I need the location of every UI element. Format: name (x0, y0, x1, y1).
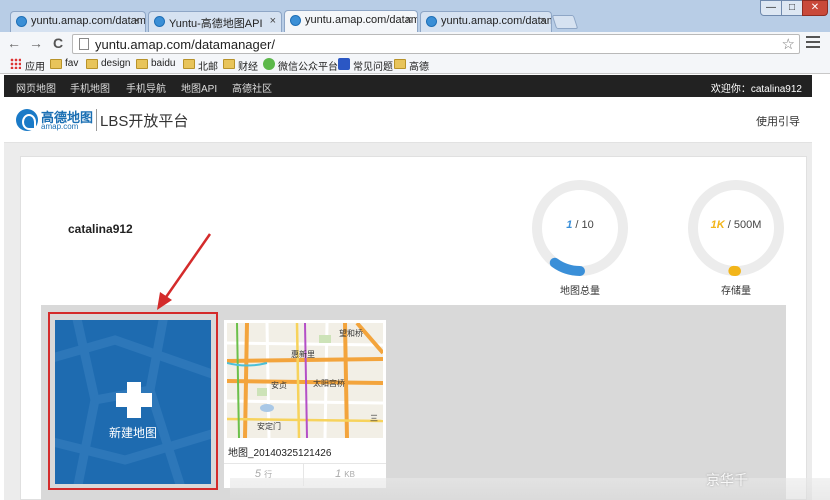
tab-close-icon[interactable]: × (540, 15, 546, 27)
tab-close-icon[interactable]: × (270, 15, 276, 27)
folder-icon (136, 59, 148, 69)
browser-tab[interactable]: yuntu.amap.com/datam × (420, 11, 552, 33)
browser-tab[interactable]: yuntu.amap.com/datam × (10, 11, 146, 33)
menu-icon[interactable] (806, 36, 820, 50)
nav-link[interactable]: 高德社区 (232, 80, 272, 95)
address-bar[interactable]: yuntu.amap.com/datamanager/ ☆ (72, 34, 800, 54)
watermark-text: 京华千 (706, 472, 748, 488)
bookmark-item[interactable]: fav (50, 58, 78, 69)
storage-gauge: 1K / 500M 存储量 (686, 178, 786, 297)
welcome-user[interactable]: 欢迎你：catalina912 (711, 80, 802, 95)
tab-title: yuntu.amap.com/datam (31, 15, 146, 27)
bookmarks-bar: 应用 fav design baidu 北邮 财经 微信公众平台 常见问题 高德 (0, 56, 830, 74)
map-total-gauge: 1 / 10 地图总量 (530, 178, 630, 297)
amap-favicon-icon (16, 16, 27, 27)
bookmark-item[interactable]: 高德 (394, 58, 429, 73)
browser-titlebar: yuntu.amap.com/datam × Yuntu-高德地图API × y… (0, 0, 830, 33)
map-card[interactable]: 望和桥 惠新里 安贞 太阳宫桥 安定门 三 地图_20140325121426 … (224, 320, 386, 488)
tab-close-icon[interactable]: × (134, 15, 140, 27)
site-top-nav: 网页地图 手机地图 手机导航 地图API 高德社区 欢迎你：catalina91… (4, 75, 812, 97)
tab-title: Yuntu-高德地图API (169, 18, 263, 30)
map-label: 三 (370, 414, 378, 423)
minimize-button[interactable]: — (760, 0, 782, 16)
tab-title: yuntu.amap.com/datam (441, 15, 552, 27)
amap-logo-icon (16, 109, 38, 131)
maximize-button[interactable]: □ (781, 0, 803, 16)
map-label: 安定门 (257, 422, 281, 431)
nav-link[interactable]: 手机导航 (126, 80, 166, 95)
new-tab-button[interactable] (551, 15, 579, 29)
folder-icon (183, 59, 195, 69)
bookmark-item[interactable]: 财经 (223, 58, 258, 73)
map-total-value: 1 / 10 (566, 219, 594, 231)
reload-icon[interactable]: C (50, 35, 66, 51)
bookmark-item[interactable]: 微信公众平台 (263, 58, 338, 73)
site-header: 高德地图 amap.com LBS开放平台 使用引导 (4, 97, 812, 143)
map-label: 安贞 (271, 381, 287, 390)
bookmark-item[interactable]: baidu (136, 58, 175, 69)
username: catalina912 (68, 222, 133, 236)
tab-title: yuntu.amap.com/datam (305, 14, 418, 26)
amap-favicon-icon (426, 16, 437, 27)
browser-tab-active[interactable]: yuntu.amap.com/datam × (284, 10, 418, 33)
tab-close-icon[interactable]: × (406, 14, 412, 26)
page-icon (79, 38, 89, 50)
map-total-label: 地图总量 (560, 286, 600, 297)
bookmark-item[interactable]: design (86, 58, 130, 69)
url-text[interactable]: yuntu.amap.com/datamanager/ (95, 37, 275, 52)
amap-favicon-icon (290, 15, 301, 26)
paw-icon (338, 58, 350, 70)
map-thumbnail[interactable]: 望和桥 惠新里 安贞 太阳宫桥 安定门 三 (227, 323, 383, 438)
logo-divider (96, 109, 97, 131)
map-name[interactable]: 地图_20140325121426 (228, 444, 331, 459)
wechat-icon (263, 58, 275, 70)
nav-link[interactable]: 手机地图 (70, 80, 110, 95)
bookmark-item[interactable]: 常见问题 (338, 58, 393, 73)
back-arrow-icon[interactable]: ← (6, 35, 22, 51)
storage-label: 存储量 (721, 286, 751, 297)
nav-link[interactable]: 地图API (181, 80, 217, 95)
red-highlight-box (48, 312, 218, 490)
folder-icon (50, 59, 62, 69)
amap-favicon-icon (154, 16, 165, 27)
browser-toolbar: ← → C yuntu.amap.com/datamanager/ ☆ (0, 32, 830, 56)
usage-guide-link[interactable]: 使用引导 (756, 113, 800, 129)
folder-icon (86, 59, 98, 69)
browser-tab[interactable]: Yuntu-高德地图API × (148, 11, 282, 33)
close-window-button[interactable]: ✕ (802, 0, 828, 16)
bookmark-item[interactable]: 北邮 (183, 58, 218, 73)
folder-icon (223, 59, 235, 69)
folder-icon (394, 59, 406, 69)
apps-icon (10, 58, 21, 69)
storage-value: 1K / 500M (710, 219, 762, 231)
nav-link[interactable]: 网页地图 (16, 80, 56, 95)
map-label: 望和桥 (339, 329, 363, 338)
map-label: 惠新里 (291, 350, 315, 359)
map-label: 太阳宫桥 (313, 379, 345, 388)
bookmark-star-icon[interactable]: ☆ (782, 35, 795, 53)
bookmark-item[interactable]: 应用 (10, 58, 45, 73)
map-thumbnail-graphic (227, 323, 383, 438)
forward-arrow-icon[interactable]: → (28, 35, 44, 51)
